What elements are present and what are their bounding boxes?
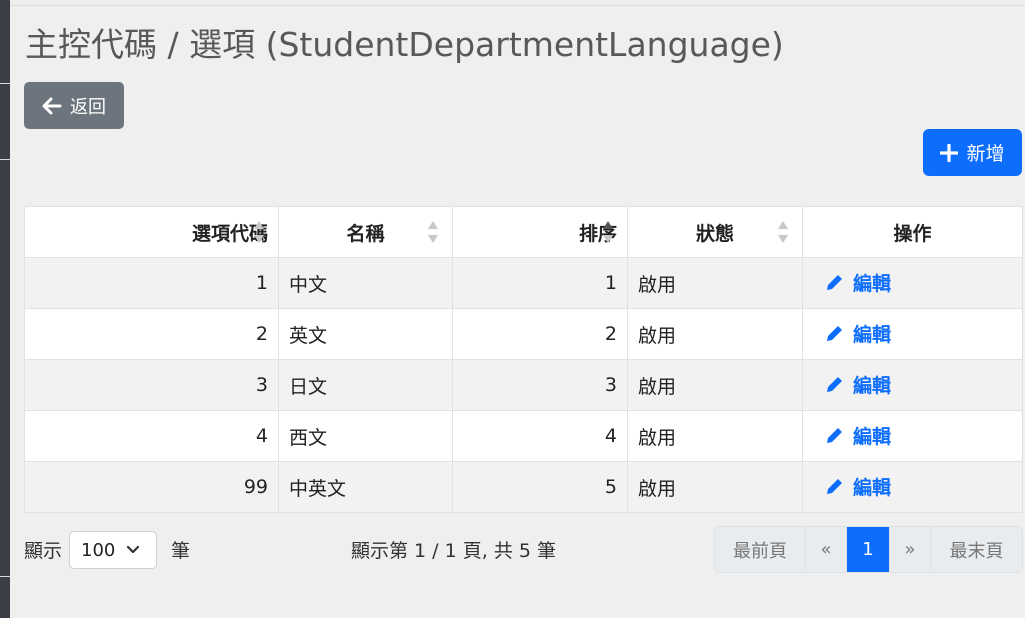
edit-link[interactable]: 編輯 (813, 269, 891, 296)
cell-action: 編輯 (802, 359, 1023, 411)
sort-icon (428, 221, 438, 243)
cell-code: 99 (24, 461, 279, 513)
column-header-action: 操作 (802, 206, 1023, 258)
cell-code: 3 (24, 359, 279, 411)
cell-status: 啟用 (627, 308, 803, 360)
pencil-icon (827, 479, 842, 495)
pencil-icon (827, 275, 842, 291)
table-header-row: 選項代碼 名稱 排序 狀態 操作 (24, 206, 1023, 258)
main-content: 主控代碼 / 選項 (StudentDepartmentLanguage) 返回… (10, 0, 1025, 618)
cell-status: 啟用 (627, 257, 803, 309)
page-size-suffix-label: 筆 (171, 540, 191, 562)
column-header-status[interactable]: 狀態 (627, 206, 803, 258)
cell-name: 日文 (278, 359, 453, 411)
cell-order: 1 (452, 257, 628, 309)
pencil-icon (827, 377, 842, 393)
table-row: 3 日文 3 啟用 編輯 (24, 359, 1023, 411)
table-row: 1 中文 1 啟用 編輯 (24, 257, 1023, 309)
next-page-button[interactable]: » (890, 527, 931, 572)
edit-link-label: 編輯 (853, 272, 892, 295)
divider (10, 5, 1025, 6)
page-size-prefix-label: 顯示 (24, 540, 63, 562)
back-button[interactable]: 返回 (24, 82, 124, 129)
cell-action: 編輯 (802, 308, 1023, 360)
table-row: 4 西文 4 啟用 編輯 (24, 410, 1023, 462)
cell-code: 1 (24, 257, 279, 309)
column-header-status-label: 狀態 (695, 222, 734, 245)
pencil-icon (827, 428, 842, 444)
cell-action: 編輯 (802, 461, 1023, 513)
page-button-current[interactable]: 1 (847, 527, 890, 572)
last-page-button[interactable]: 最末頁 (931, 527, 1022, 572)
cell-status: 啟用 (627, 359, 803, 411)
edit-link[interactable]: 編輯 (813, 473, 891, 500)
page-size-select[interactable]: 100 (69, 531, 157, 569)
column-header-name-label: 名稱 (346, 222, 385, 245)
page-info: 顯示第 1 / 1 頁, 共 5 筆 (351, 540, 556, 562)
cell-name: 中文 (278, 257, 453, 309)
arrow-left-icon (42, 97, 62, 114)
sort-icon (778, 221, 788, 243)
page-title: 主控代碼 / 選項 (StudentDepartmentLanguage) (25, 25, 784, 64)
chevron-down-icon (126, 545, 140, 554)
add-button[interactable]: 新增 (923, 129, 1022, 176)
edit-link-label: 編輯 (853, 476, 892, 499)
cell-name: 英文 (278, 308, 453, 360)
cell-name: 西文 (278, 410, 453, 462)
sort-ascending-icon (603, 221, 613, 243)
edit-link[interactable]: 編輯 (813, 320, 891, 347)
page-size-value: 100 (81, 539, 116, 561)
back-button-label: 返回 (70, 96, 106, 118)
plus-icon (940, 143, 959, 162)
left-panel-edge (0, 0, 10, 618)
cell-code: 4 (24, 410, 279, 462)
column-header-code[interactable]: 選項代碼 (24, 206, 279, 258)
divider (0, 159, 10, 160)
options-table: 選項代碼 名稱 排序 狀態 操作 1 中文 1 啟用 編輯 2 英文 2 啟用 … (24, 206, 1023, 513)
cell-action: 編輯 (802, 410, 1023, 462)
edit-link[interactable]: 編輯 (813, 371, 891, 398)
page: 主控代碼 / 選項 (StudentDepartmentLanguage) 返回… (0, 0, 1025, 618)
edit-link[interactable]: 編輯 (813, 422, 891, 449)
divider (0, 83, 10, 84)
edit-link-label: 編輯 (853, 425, 892, 448)
first-page-button[interactable]: 最前頁 (715, 527, 806, 572)
cell-action: 編輯 (802, 257, 1023, 309)
cell-order: 2 (452, 308, 628, 360)
column-header-action-label: 操作 (893, 222, 932, 245)
column-header-name[interactable]: 名稱 (278, 206, 453, 258)
cell-code: 2 (24, 308, 279, 360)
column-header-order[interactable]: 排序 (452, 206, 628, 258)
cell-status: 啟用 (627, 461, 803, 513)
cell-order: 3 (452, 359, 628, 411)
table-row: 99 中英文 5 啟用 編輯 (24, 461, 1023, 513)
pencil-icon (827, 326, 842, 342)
pagination: 最前頁 « 1 » 最末頁 (714, 526, 1023, 573)
table-row: 2 英文 2 啟用 編輯 (24, 308, 1023, 360)
cell-status: 啟用 (627, 410, 803, 462)
cell-name: 中英文 (278, 461, 453, 513)
edit-link-label: 編輯 (853, 374, 892, 397)
edit-link-label: 編輯 (853, 323, 892, 346)
cell-order: 4 (452, 410, 628, 462)
prev-page-button[interactable]: « (806, 527, 847, 572)
sort-icon (254, 221, 264, 243)
divider (0, 576, 10, 577)
add-button-label: 新增 (966, 143, 1005, 165)
cell-order: 5 (452, 461, 628, 513)
